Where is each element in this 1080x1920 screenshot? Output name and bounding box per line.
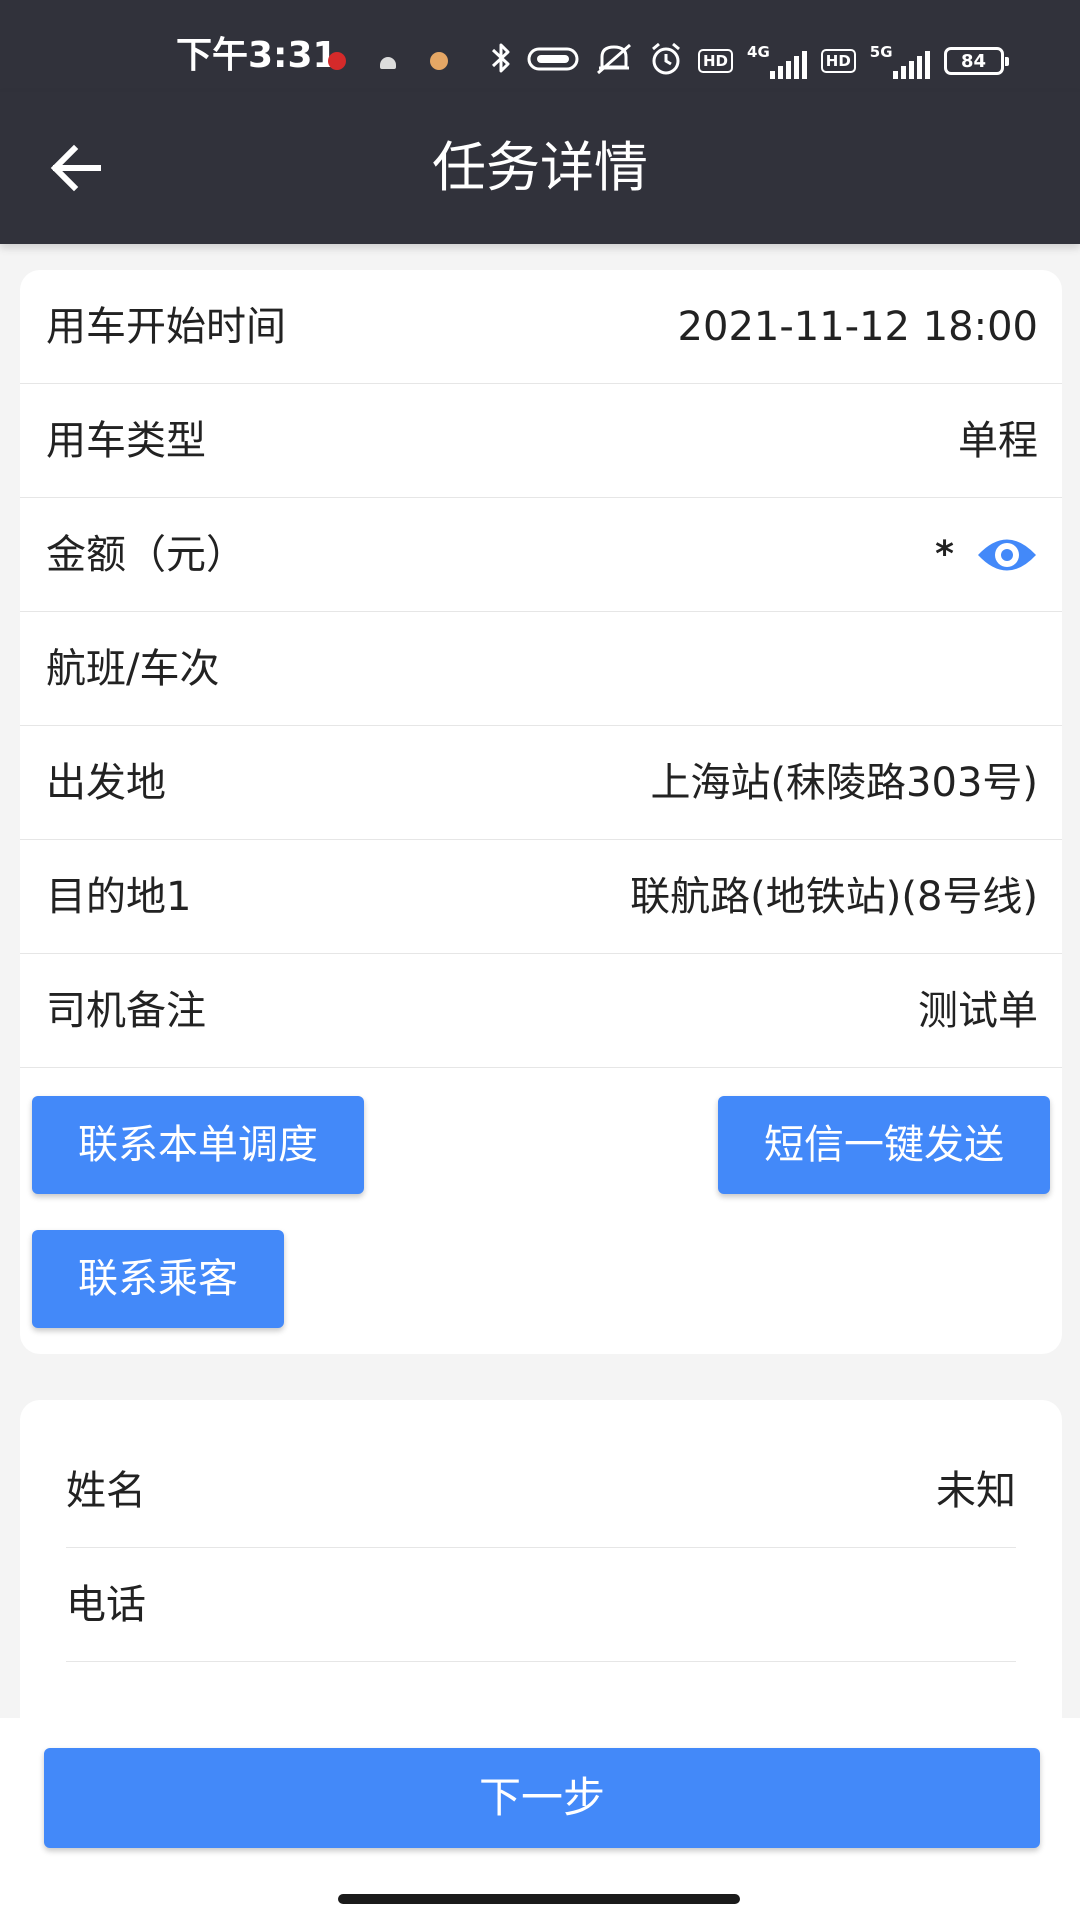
home-indicator[interactable]: [338, 1894, 740, 1904]
row-label: 用车类型: [46, 418, 206, 464]
amount-masked-value: *: [935, 534, 954, 575]
row-label: 司机备注: [46, 988, 206, 1034]
row-value: 2021-11-12 18:00: [677, 304, 1038, 350]
row-label: 姓名: [66, 1468, 146, 1514]
signal-5g: 5G: [870, 43, 930, 79]
passenger-card: 姓名 未知 电话: [20, 1400, 1062, 1740]
emoji-notification-icon: [430, 52, 448, 70]
status-time: 下午3:31: [176, 35, 338, 76]
next-step-button[interactable]: 下一步: [44, 1748, 1040, 1848]
row-passenger-phone: 电话: [66, 1548, 1016, 1662]
network-type-2: 5G: [869, 43, 893, 61]
contact-dispatch-button[interactable]: 联系本单调度: [32, 1096, 364, 1194]
row-start-time: 用车开始时间 2021-11-12 18:00: [20, 270, 1062, 384]
mute-icon: [594, 41, 634, 81]
battery-icon: 84: [943, 47, 1009, 75]
network-type-1: 4G: [747, 43, 770, 61]
row-amount: 金额（元） *: [20, 498, 1062, 612]
status-bar: 下午3:31 HD 4G HD 5G 84: [0, 0, 1080, 92]
row-value: 联航路(地铁站)(8号线): [630, 874, 1038, 920]
title-bar: 任务详情: [0, 92, 1080, 244]
hd-badge-1: HD: [698, 49, 734, 73]
eye-icon[interactable]: [976, 528, 1038, 582]
status-icons: HD 4G HD 5G 84: [490, 38, 1009, 84]
row-label: 目的地1: [46, 874, 192, 920]
signal-4g: 4G: [747, 43, 807, 79]
battery-level: 84: [961, 50, 987, 72]
row-value: 未知: [936, 1468, 1016, 1514]
row-value: 上海站(秣陵路303号): [650, 760, 1038, 806]
page-title: 任务详情: [432, 136, 648, 199]
row-passenger-name: 姓名 未知: [66, 1434, 1016, 1548]
signal-bars-icon: [769, 51, 807, 79]
trip-details-card: 用车开始时间 2021-11-12 18:00 用车类型 单程 金额（元） * …: [20, 270, 1062, 1354]
row-origin: 出发地 上海站(秣陵路303号): [20, 726, 1062, 840]
signal-bars-icon: [892, 51, 930, 79]
row-label: 电话: [66, 1582, 146, 1628]
row-value: 测试单: [918, 988, 1038, 1034]
row-driver-notes: 司机备注 测试单: [20, 954, 1062, 1068]
sms-send-button[interactable]: 短信一键发送: [718, 1096, 1050, 1194]
alarm-icon: [648, 41, 684, 81]
bluetooth-icon: [490, 41, 512, 81]
app-notification-icon: [328, 52, 346, 70]
row-destination-1: 目的地1 联航路(地铁站)(8号线): [20, 840, 1062, 954]
row-flight-train: 航班/车次: [20, 612, 1062, 726]
row-trip-type: 用车类型 单程: [20, 384, 1062, 498]
row-label: 出发地: [46, 760, 166, 806]
vpn-link-icon: [526, 44, 580, 78]
arrow-left-icon: [50, 144, 101, 192]
contact-passenger-button[interactable]: 联系乘客: [32, 1230, 284, 1328]
row-value: 单程: [958, 418, 1038, 464]
chat-notification-icon: [380, 57, 396, 69]
row-label: 用车开始时间: [46, 304, 286, 350]
back-button[interactable]: [40, 132, 112, 204]
row-label: 金额（元）: [46, 532, 246, 578]
bottom-bar: 下一步: [0, 1718, 1080, 1920]
row-label: 航班/车次: [46, 646, 220, 692]
hd-badge-2: HD: [820, 49, 856, 73]
